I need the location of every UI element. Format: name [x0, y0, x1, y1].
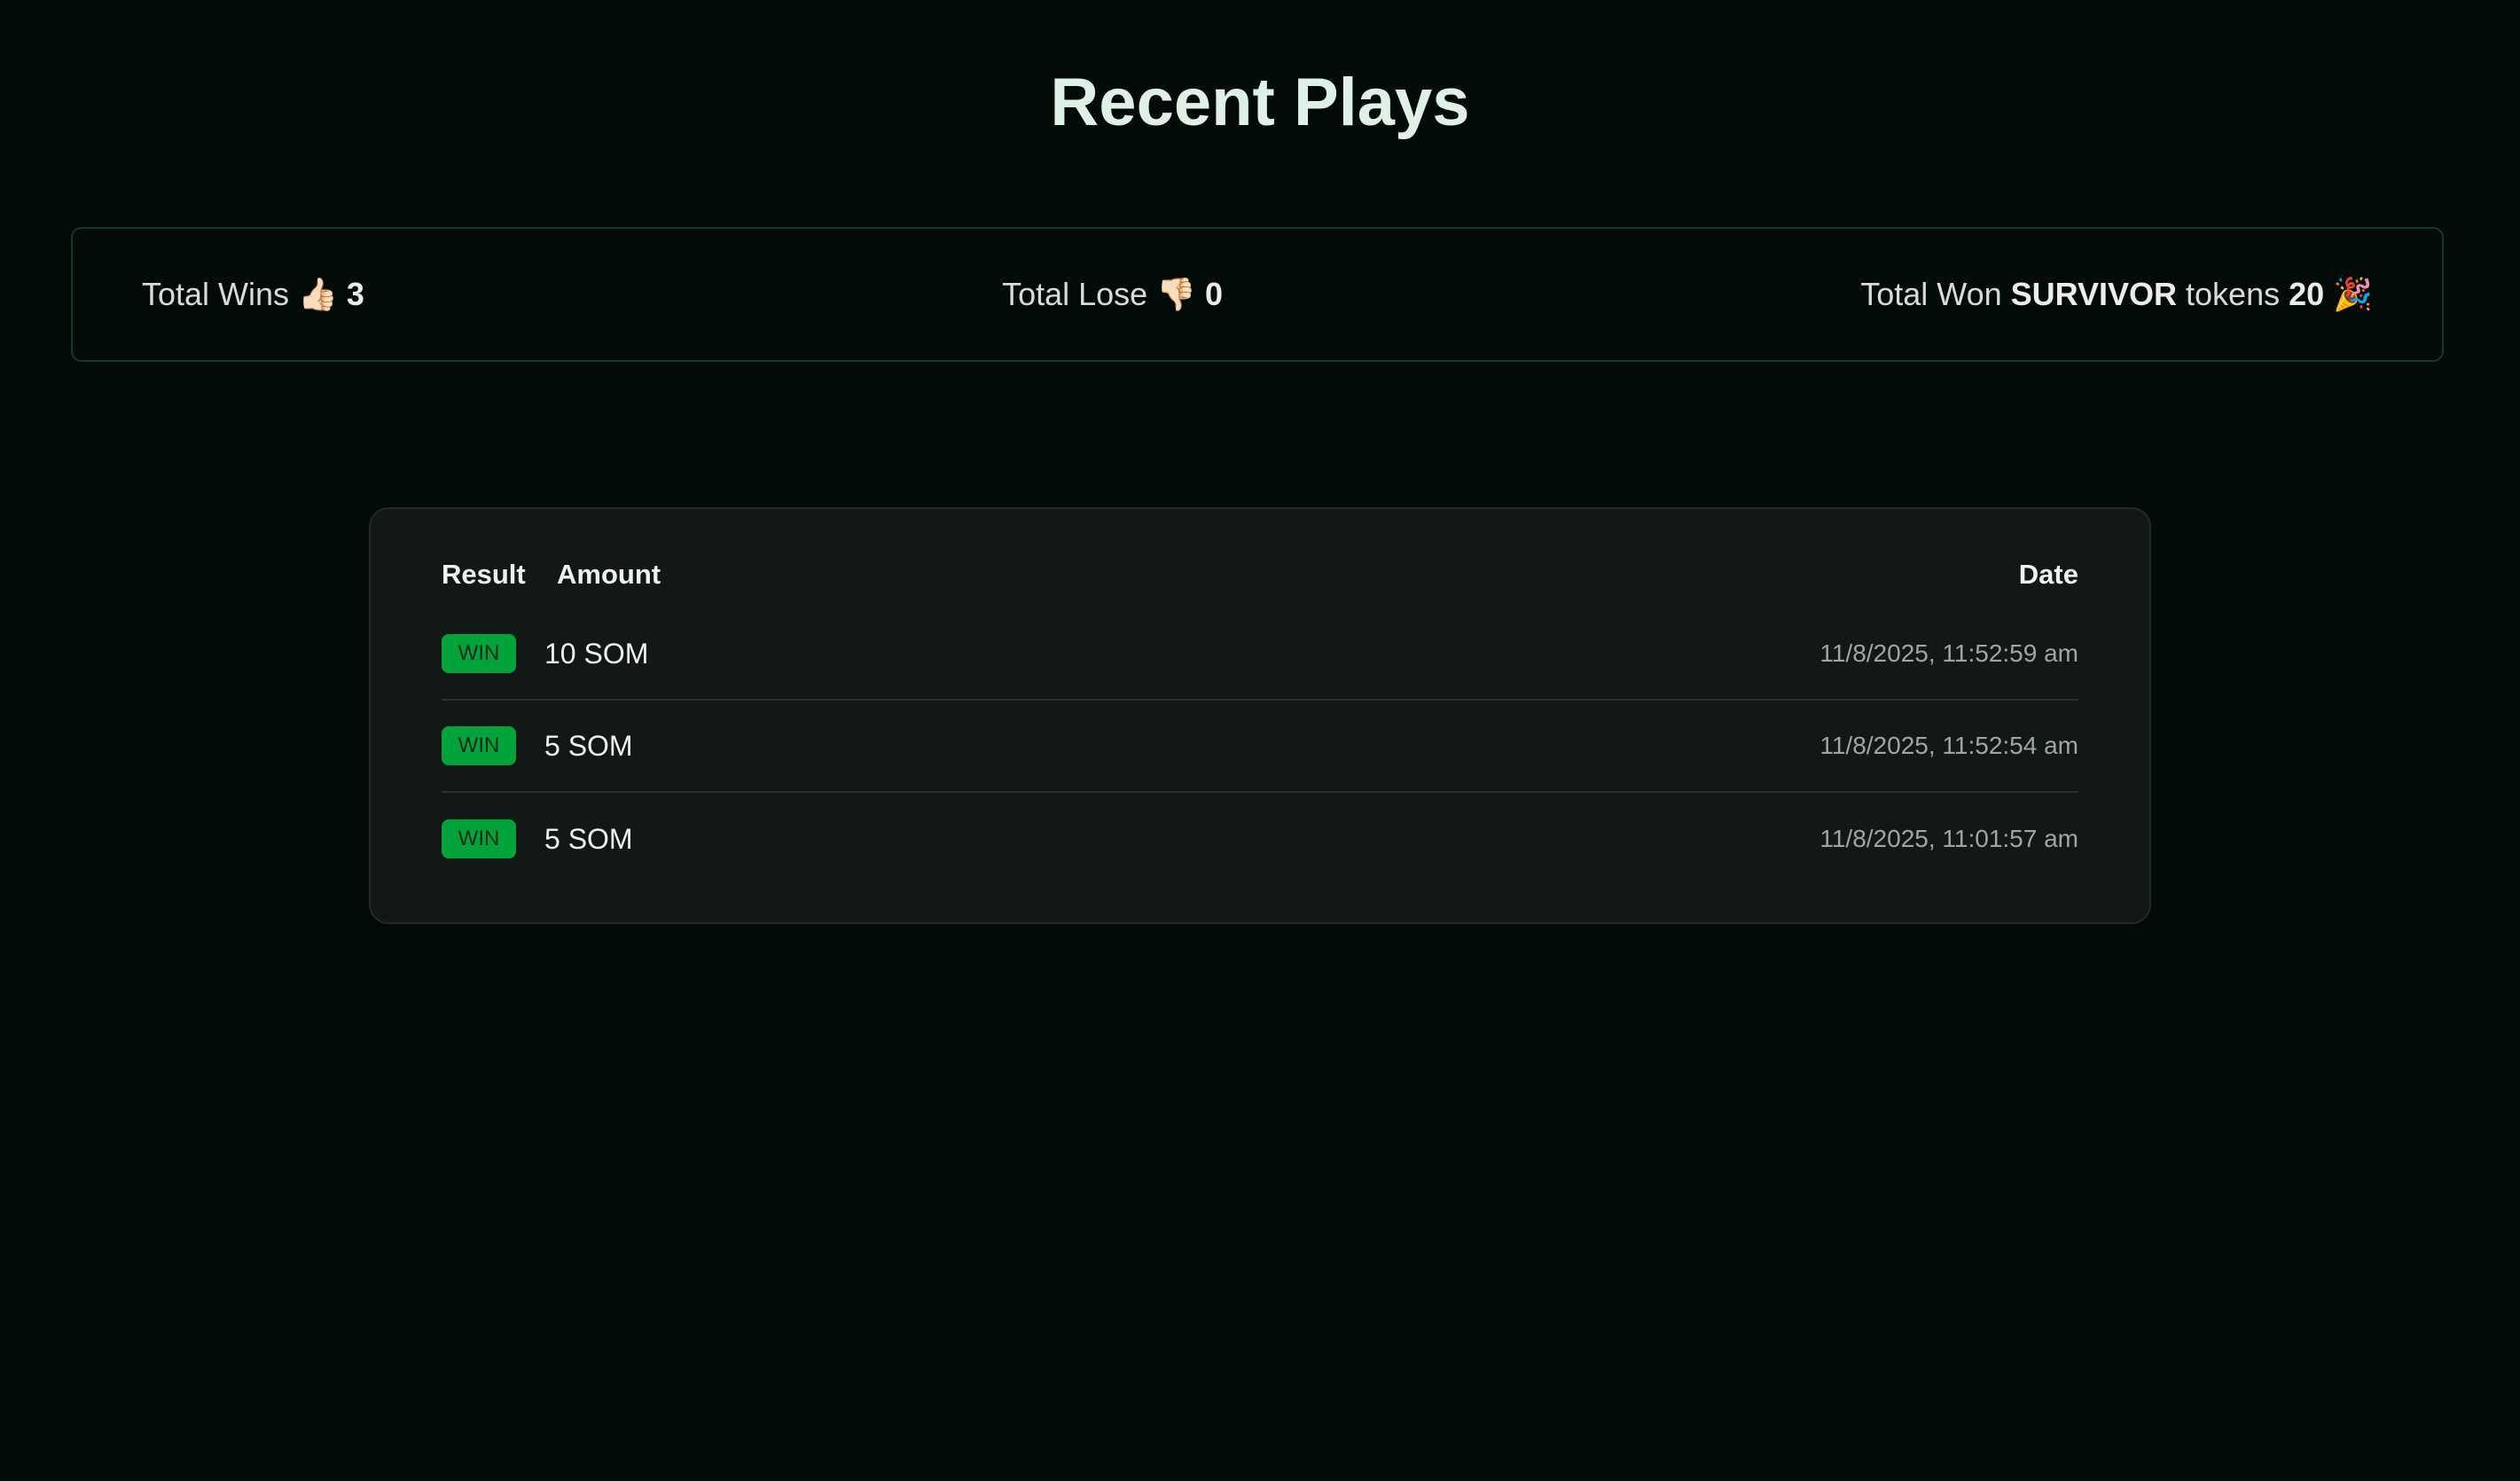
- stats-summary: Total Wins 👍🏻 3 Total Lose 👎🏻 0 Total Wo…: [71, 227, 2444, 362]
- total-wins-label: Total Wins: [142, 276, 290, 312]
- total-lose-value: 0: [1205, 276, 1224, 312]
- thumbs-down-icon: 👎🏻: [1156, 276, 1197, 312]
- table-header: Result Amount Date: [442, 559, 2078, 591]
- total-won-label: Total Won: [1860, 276, 2002, 312]
- total-lose-stat: Total Lose 👎🏻 0: [1002, 276, 1223, 313]
- total-won-tokens-stat: Total Won SURVIVOR tokens 20 🎉: [1860, 276, 2373, 313]
- play-amount: 5 SOM: [544, 822, 633, 855]
- table-body: WIN 10 SOM 11/8/2025, 11:52:59 am WIN 5 …: [442, 608, 2078, 885]
- total-wins-stat: Total Wins 👍🏻 3: [142, 276, 364, 313]
- table-row: WIN 5 SOM 11/8/2025, 11:01:57 am: [442, 793, 2078, 885]
- token-name: SURVIVOR: [2010, 276, 2178, 312]
- play-date: 11/8/2025, 11:01:57 am: [1820, 825, 2078, 852]
- party-popper-icon: 🎉: [2333, 276, 2373, 312]
- play-date: 11/8/2025, 11:52:54 am: [1820, 732, 2078, 759]
- total-won-value: 20: [2289, 276, 2325, 312]
- play-amount: 5 SOM: [544, 729, 633, 762]
- recent-plays-table: Result Amount Date WIN 10 SOM 11/8/2025,…: [369, 507, 2151, 924]
- tokens-label: tokens: [2186, 276, 2281, 312]
- column-header-result: Result: [442, 559, 526, 590]
- column-header-date: Date: [2018, 559, 2078, 590]
- page-title: Recent Plays: [1050, 65, 1470, 140]
- thumbs-up-icon: 👍🏻: [298, 276, 338, 312]
- play-amount: 10 SOM: [544, 637, 649, 670]
- table-row: WIN 5 SOM 11/8/2025, 11:52:54 am: [442, 701, 2078, 793]
- win-badge: WIN: [442, 819, 516, 858]
- win-badge: WIN: [442, 726, 516, 765]
- total-lose-label: Total Lose: [1002, 276, 1148, 312]
- table-row: WIN 10 SOM 11/8/2025, 11:52:59 am: [442, 608, 2078, 701]
- win-badge: WIN: [442, 634, 516, 673]
- play-date: 11/8/2025, 11:52:59 am: [1820, 639, 2078, 667]
- column-header-amount: Amount: [557, 559, 661, 590]
- total-wins-value: 3: [346, 276, 364, 312]
